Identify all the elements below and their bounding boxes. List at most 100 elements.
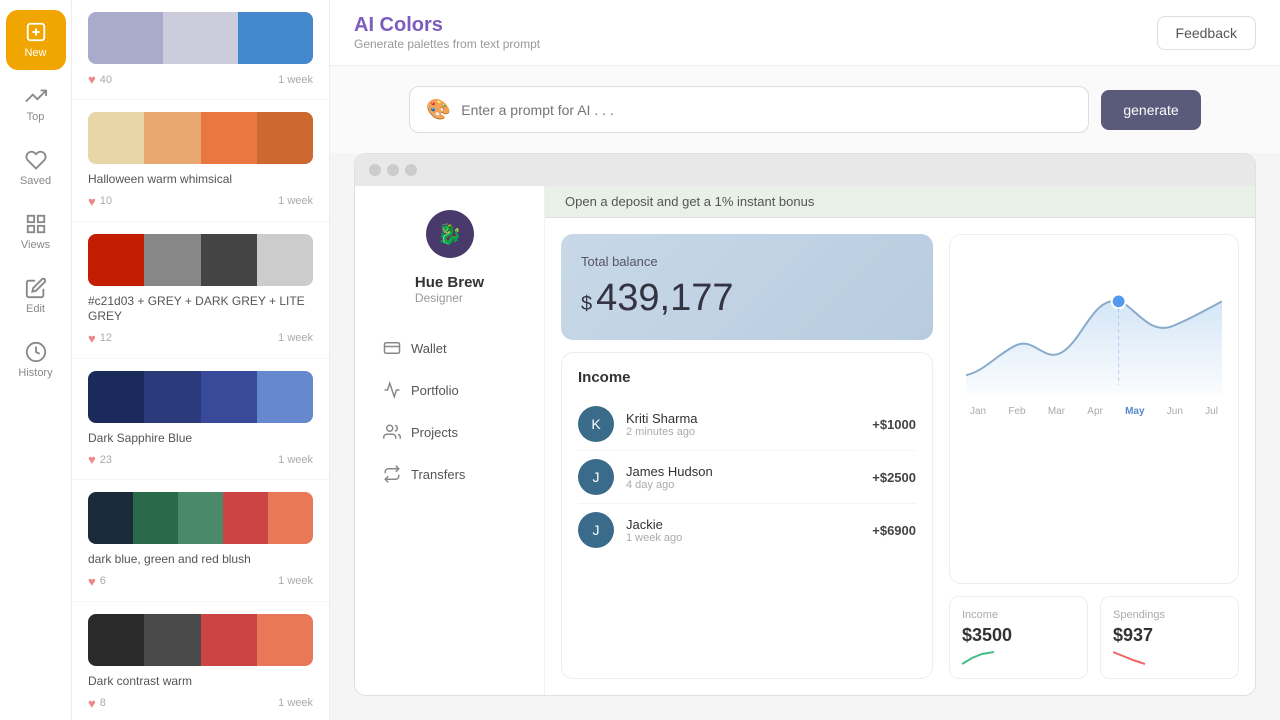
balance-card: Total balance $ 439,177 [561,234,933,340]
trend-down-icon [1113,650,1145,666]
app-left-panel: 🐉 Hue Brew Designer Wallet Portfolio [355,186,545,695]
nav-saved[interactable]: Saved [6,138,66,198]
income-amount: +$2500 [872,470,916,485]
app-banner: Open a deposit and get a 1% instant bonu… [545,186,1255,218]
palette-time: 1 week [278,575,313,587]
swatch-color [144,112,200,164]
nav-saved-label: Saved [20,175,51,187]
palette-like-count: 6 [100,575,106,587]
palette-name: #c21d03 + GREY + DARK GREY + LITE GREY [88,294,313,325]
month-jul: Jul [1205,406,1218,417]
menu-portfolio[interactable]: Portfolio [371,371,528,409]
palette-meta: ♥ 6 1 week [88,574,313,589]
palette-swatch [88,492,313,544]
nav-views[interactable]: Views [6,202,66,262]
nav-views-label: Views [21,239,50,251]
balance-section: Total balance $ 439,177 Income K [561,234,933,679]
palette-item[interactable]: ♥ 40 1 week [72,0,329,100]
palette-like-count: 8 [100,697,106,709]
stat-spendings-trend [1113,650,1226,666]
palette-swatch [88,112,313,164]
heart-icon: ♥ [88,194,96,209]
prompt-input[interactable] [461,102,1072,118]
swatch-color [238,12,313,64]
heart-icon: ♥ [88,696,96,711]
chart-card: Jan Feb Mar Apr May Jun Jul [949,234,1239,584]
app-main-content: Total balance $ 439,177 Income K [545,218,1255,695]
stat-income-trend [962,650,1075,666]
palette-name: Dark Sapphire Blue [88,431,313,447]
balance-dollar: $ [581,293,592,316]
month-jun: Jun [1167,406,1183,417]
balance-amount: $ 439,177 [581,277,913,320]
icon-nav: New Top Saved Views Edit History [0,0,72,720]
month-feb: Feb [1008,406,1025,417]
app-nav-menu: Wallet Portfolio Projects Transfers [371,329,528,493]
income-item: J Jackie 1 week ago +$6900 [578,504,916,556]
palette-icon: 🎨 [426,97,451,122]
nav-history[interactable]: History [6,330,66,390]
swatch-color [88,12,163,64]
palette-likes: ♥ 8 [88,696,106,711]
browser-dot-red [369,164,381,176]
income-name: Jackie [626,517,860,532]
user-name: Hue Brew [415,274,484,291]
avatar-james: J [578,459,614,495]
month-apr: Apr [1087,406,1103,417]
palette-item[interactable]: Halloween warm whimsical ♥ 10 1 week [72,100,329,222]
heart-icon: ♥ [88,331,96,346]
palette-meta: ♥ 12 1 week [88,331,313,346]
nav-edit[interactable]: Edit [6,266,66,326]
menu-projects-label: Projects [411,425,458,440]
palette-likes: ♥ 10 [88,194,112,209]
palette-sidebar: ♥ 40 1 week Halloween warm whimsical ♥ 1… [72,0,330,720]
nav-top[interactable]: Top [6,74,66,134]
swatch-color [144,234,200,286]
nav-top-label: Top [27,111,45,123]
swatch-color [133,492,178,544]
stat-income-value: $3500 [962,625,1075,646]
palette-swatch [88,614,313,666]
menu-projects[interactable]: Projects [371,413,528,451]
wallet-icon [383,339,401,357]
income-time: 2 minutes ago [626,426,860,438]
nav-edit-label: Edit [26,303,45,315]
swatch-color [223,492,268,544]
menu-wallet[interactable]: Wallet [371,329,528,367]
nav-new[interactable]: New [6,10,66,70]
palette-item[interactable]: dark blue, green and red blush ♥ 6 1 wee… [72,480,329,602]
swatch-color [201,371,257,423]
chart-active-dot [1112,294,1126,308]
swatch-color [201,614,257,666]
menu-transfers-label: Transfers [411,467,465,482]
palette-item[interactable]: Dark Sapphire Blue ♥ 23 1 week [72,359,329,481]
balance-value: 439,177 [596,277,733,320]
palette-time: 1 week [278,454,313,466]
heart-icon: ♥ [88,452,96,467]
swatch-color [178,492,223,544]
chart-section: Jan Feb Mar Apr May Jun Jul Inco [949,234,1239,679]
swatch-color [88,371,144,423]
palette-meta: ♥ 23 1 week [88,452,313,467]
stat-spendings-value: $937 [1113,625,1226,646]
swatch-color [257,112,313,164]
palette-name: Dark contrast warm [88,674,313,690]
menu-portfolio-label: Portfolio [411,383,459,398]
palette-like-count: 23 [100,454,112,466]
swatch-color [144,614,200,666]
palette-item[interactable]: #c21d03 + GREY + DARK GREY + LITE GREY ♥… [72,222,329,359]
menu-transfers[interactable]: Transfers [371,455,528,493]
palette-likes: ♥ 23 [88,452,112,467]
generate-button[interactable]: generate [1101,90,1200,130]
browser-dot-yellow [387,164,399,176]
palette-swatch [88,234,313,286]
stat-spendings-card: Spendings $937 [1100,596,1239,679]
brand-title: AI Colors [354,14,540,37]
prompt-input-wrap: 🎨 [409,86,1089,133]
feedback-button[interactable]: Feedback [1157,16,1256,50]
projects-icon [383,423,401,441]
palette-item[interactable]: Dark contrast warm ♥ 8 1 week [72,602,329,720]
browser-inner: 🐉 Hue Brew Designer Wallet Portfolio [355,186,1255,695]
stats-row: Income $3500 Spendings $937 [949,596,1239,679]
income-time: 4 day ago [626,479,860,491]
